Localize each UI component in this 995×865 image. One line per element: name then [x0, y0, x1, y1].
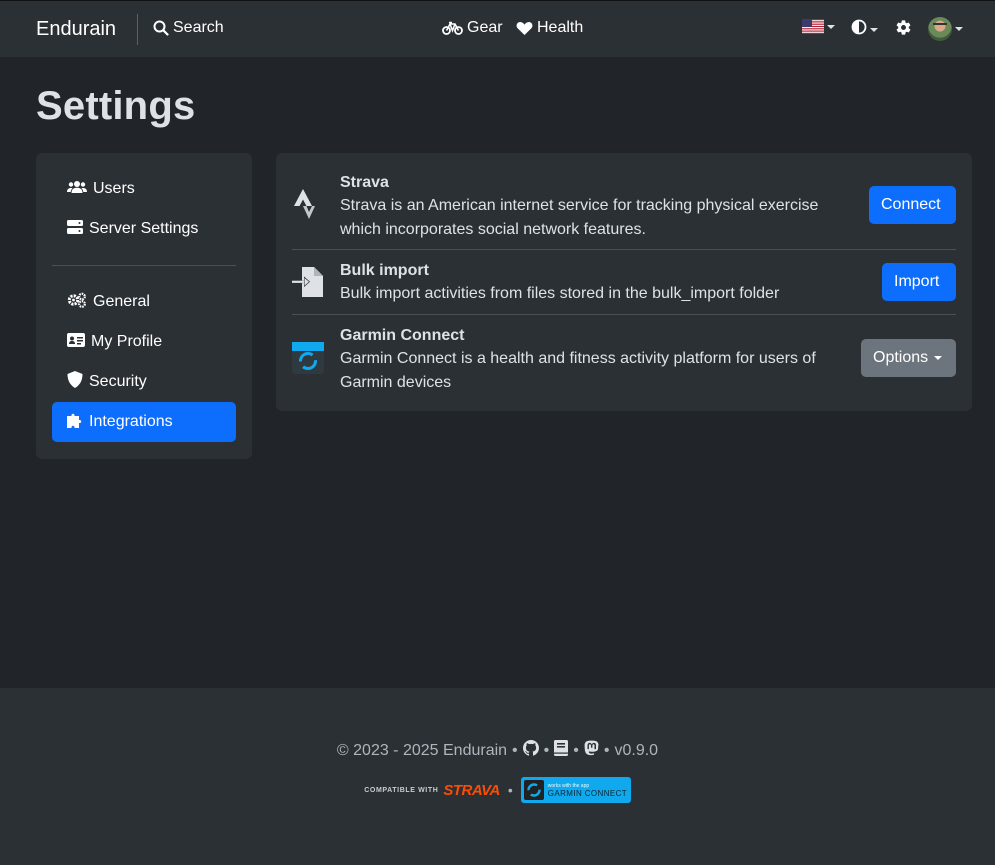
sidebar-item-label: Server Settings	[89, 220, 199, 237]
garmin-badge-big: GARMIN CONNECT	[547, 789, 628, 798]
gear-link[interactable]: Gear	[442, 19, 503, 37]
sidebar-item-integrations[interactable]: Integrations	[52, 402, 236, 442]
puzzle-icon	[67, 412, 83, 433]
integration-description: Strava is an American internet service f…	[340, 197, 819, 238]
integrations-panel: Strava Strava is an American internet se…	[276, 153, 972, 411]
sidebar-divider	[52, 265, 236, 266]
chevron-down-icon	[934, 356, 943, 360]
shield-icon	[67, 371, 83, 393]
integration-row-bulk-import: Bulk import Bulk import activities from …	[292, 250, 956, 314]
footer-bullet: •	[573, 741, 579, 759]
book-icon[interactable]	[554, 740, 569, 761]
page-footer: © 2023 - 2025 Endurain • • • • v0.9.0 CO…	[0, 688, 995, 865]
footer-info: © 2023 - 2025 Endurain • • • • v0.9.0	[0, 740, 995, 761]
brand-logo[interactable]: Endurain	[36, 18, 116, 41]
integration-description: Garmin Connect is a health and fitness a…	[340, 350, 816, 391]
gears-icon	[67, 292, 87, 313]
footer-version: v0.9.0	[614, 741, 659, 759]
strava-compatible-text: COMPATIBLE WITH	[364, 786, 439, 794]
health-link[interactable]: Health	[516, 19, 583, 37]
sidebar-item-general[interactable]: General	[52, 282, 236, 322]
chevron-down-icon	[955, 27, 963, 31]
strava-connect-button[interactable]: Connect	[869, 186, 956, 224]
id-card-icon	[67, 332, 85, 352]
garmin-connect-icon	[292, 342, 324, 379]
bicycle-icon	[442, 20, 463, 36]
top-navbar: Endurain Search Gear Health	[0, 0, 995, 57]
chevron-down-icon	[827, 24, 835, 29]
heart-icon	[516, 21, 533, 36]
footer-bullet: •	[512, 741, 518, 759]
health-label: Health	[537, 19, 584, 36]
integration-row-strava: Strava Strava is an American internet se…	[292, 169, 956, 249]
garmin-options-dropdown[interactable]: Options	[861, 339, 956, 377]
strava-icon	[294, 189, 318, 226]
theme-contrast-icon	[851, 19, 867, 40]
us-flag-icon	[802, 19, 824, 34]
gear-label: Gear	[467, 19, 503, 36]
garmin-badge-text: works with the app GARMIN CONNECT	[548, 782, 627, 798]
sidebar-item-label: Security	[89, 373, 147, 390]
sidebar-item-label: Integrations	[89, 413, 173, 430]
user-dropdown[interactable]	[928, 17, 963, 41]
chevron-down-icon	[870, 27, 878, 32]
integration-row-garmin-connect: Garmin Connect Garmin Connect is a healt…	[292, 315, 956, 395]
page-title: Settings	[36, 84, 196, 128]
integration-title: Bulk import	[340, 262, 429, 279]
button-label: Connect	[881, 196, 941, 213]
garmin-connect-icon	[523, 780, 544, 800]
integration-title: Garmin Connect	[340, 327, 465, 344]
footer-badges: COMPATIBLE WITH STRAVA • works with the …	[0, 777, 995, 803]
search-icon	[153, 20, 169, 36]
sidebar-item-label: My Profile	[91, 333, 163, 350]
sidebar-item-label: Users	[93, 180, 135, 197]
integration-title: Strava	[340, 174, 389, 191]
search-link[interactable]: Search	[153, 19, 224, 37]
strava-logo: STRAVA	[443, 781, 500, 799]
bulk-import-button[interactable]: Import	[882, 263, 956, 301]
sidebar-item-users[interactable]: Users	[52, 169, 236, 209]
settings-sidebar: Users Server Settings General My Profile…	[36, 153, 252, 459]
button-label: Options	[873, 349, 929, 366]
search-label: Search	[173, 19, 224, 36]
footer-bullet: •	[543, 741, 550, 759]
nav-divider	[137, 14, 138, 45]
sidebar-item-my-profile[interactable]: My Profile	[52, 322, 236, 362]
file-import-icon	[292, 265, 326, 304]
settings-link[interactable]	[895, 19, 912, 41]
theme-dropdown[interactable]	[851, 19, 878, 40]
sidebar-item-security[interactable]: Security	[52, 362, 236, 402]
sidebar-item-label: General	[93, 293, 150, 310]
mastodon-icon[interactable]	[584, 740, 599, 761]
integration-description: Bulk import activities from files stored…	[340, 285, 780, 302]
avatar	[928, 17, 952, 41]
language-dropdown[interactable]	[802, 19, 835, 34]
sidebar-item-server-settings[interactable]: Server Settings	[52, 209, 236, 249]
button-label: Import	[894, 273, 940, 290]
footer-bullet: •	[507, 782, 513, 798]
footer-bullet: •	[603, 741, 610, 759]
footer-copyright: © 2023 - 2025 Endurain	[336, 741, 508, 759]
users-icon	[67, 180, 87, 199]
server-icon	[67, 219, 83, 239]
works-with-garmin-connect-badge[interactable]: works with the app GARMIN CONNECT	[520, 777, 631, 803]
compatible-with-strava-badge[interactable]: COMPATIBLE WITH STRAVA	[364, 782, 500, 799]
gear-icon	[895, 19, 912, 41]
github-icon[interactable]	[522, 740, 539, 761]
